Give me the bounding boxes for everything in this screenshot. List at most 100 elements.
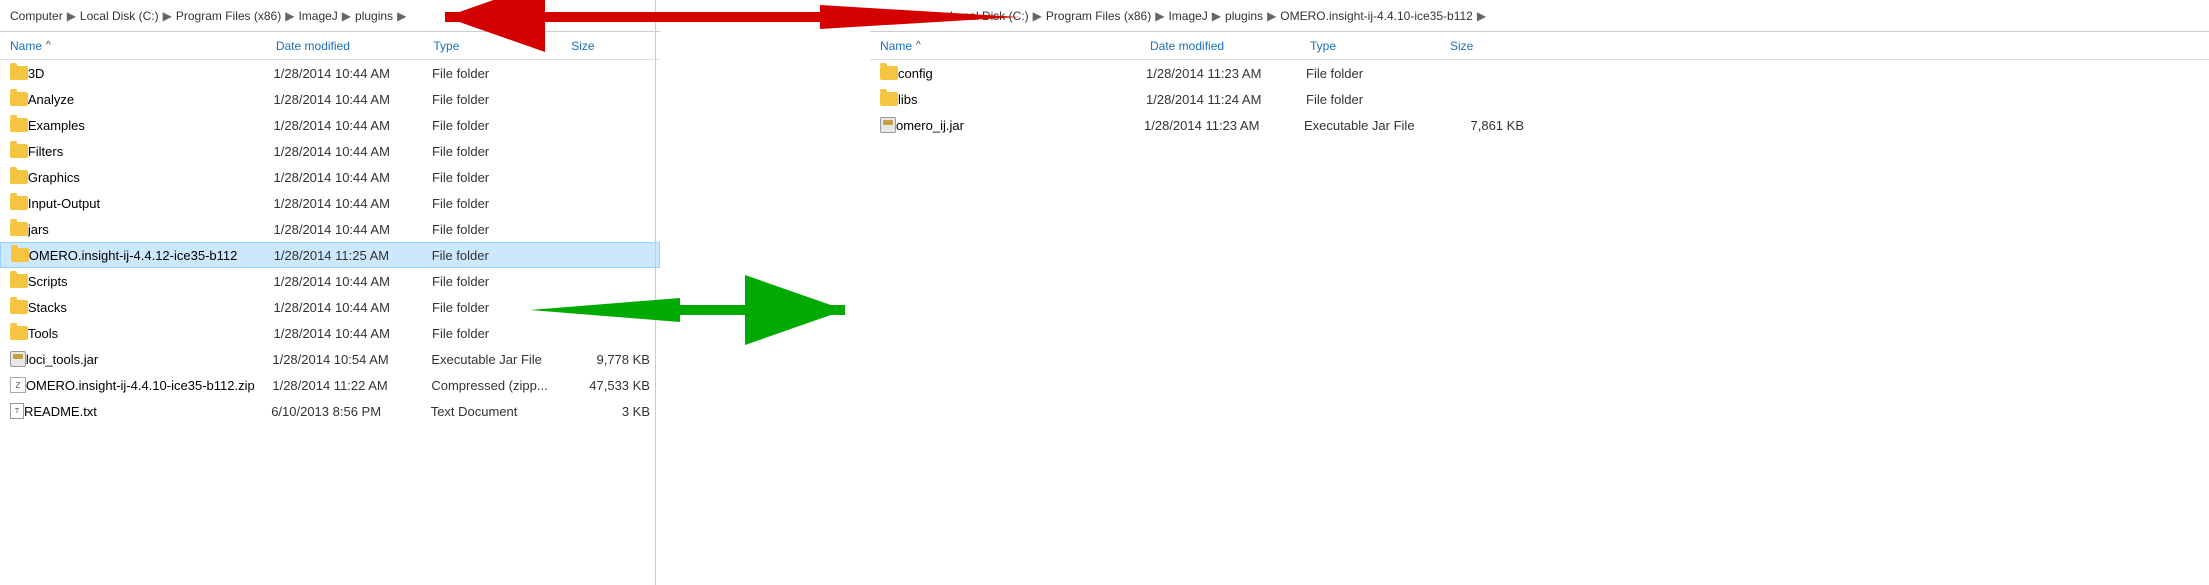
folder-icon <box>10 144 28 158</box>
right-breadcrumb-computer[interactable]: Computer <box>880 9 933 23</box>
folder-icon <box>11 248 29 262</box>
right-breadcrumb-sep-1: ▶ <box>937 9 946 23</box>
left-breadcrumb-sep-1: ▶ <box>67 9 76 23</box>
table-row[interactable]: Stacks 1/28/2014 10:44 AM File folder <box>0 294 660 320</box>
file-name: Examples <box>28 118 274 133</box>
left-breadcrumb-plugins[interactable]: plugins <box>355 9 393 23</box>
sort-arrow-icon: ^ <box>46 40 51 51</box>
right-col-date-header[interactable]: Date modified <box>1150 39 1310 53</box>
file-name: 3D <box>28 66 274 81</box>
table-row[interactable]: Tools 1/28/2014 10:44 AM File folder <box>0 320 660 346</box>
file-size: 3 KB <box>570 404 650 419</box>
file-name: loci_tools.jar <box>26 352 272 367</box>
table-row[interactable]: Filters 1/28/2014 10:44 AM File folder <box>0 138 660 164</box>
file-name: Tools <box>28 326 274 341</box>
jar-icon <box>10 351 26 367</box>
right-breadcrumb-sep-6: ▶ <box>1477 9 1486 23</box>
file-type: File folder <box>432 144 571 159</box>
file-date: 6/10/2013 8:56 PM <box>271 404 431 419</box>
table-row[interactable]: omero_ij.jar 1/28/2014 11:23 AM Executab… <box>870 112 2209 138</box>
file-name: Stacks <box>28 300 274 315</box>
right-breadcrumb-sep-2: ▶ <box>1033 9 1042 23</box>
file-type: Executable Jar File <box>1304 118 1444 133</box>
file-size: 7,861 KB <box>1444 118 1524 133</box>
file-name: jars <box>28 222 274 237</box>
table-row[interactable]: Input-Output 1/28/2014 10:44 AM File fol… <box>0 190 660 216</box>
file-name: Graphics <box>28 170 274 185</box>
table-row[interactable]: loci_tools.jar 1/28/2014 10:54 AM Execut… <box>0 346 660 372</box>
right-breadcrumb-imagej[interactable]: ImageJ <box>1168 9 1207 23</box>
table-row[interactable]: T README.txt 6/10/2013 8:56 PM Text Docu… <box>0 398 660 424</box>
left-pane: Computer ▶ Local Disk (C:) ▶ Program Fil… <box>0 0 660 585</box>
folder-icon <box>10 222 28 236</box>
table-row[interactable]: Scripts 1/28/2014 10:44 AM File folder <box>0 268 660 294</box>
file-size: 47,533 KB <box>570 378 650 393</box>
right-breadcrumb-omero[interactable]: OMERO.insight-ij-4.4.10-ice35-b112 <box>1280 9 1473 23</box>
left-col-date-header[interactable]: Date modified <box>276 39 434 53</box>
file-type: Text Document <box>431 404 571 419</box>
folder-icon <box>10 300 28 314</box>
table-row[interactable]: libs 1/28/2014 11:24 AM File folder <box>870 86 2209 112</box>
file-date: 1/28/2014 10:44 AM <box>274 274 433 289</box>
file-name: OMERO.insight-ij-4.4.12-ice35-b112 <box>29 248 274 263</box>
file-type: File folder <box>432 326 571 341</box>
txt-icon: T <box>10 403 24 419</box>
table-row[interactable]: config 1/28/2014 11:23 AM File folder <box>870 60 2209 86</box>
left-breadcrumb-programfiles[interactable]: Program Files (x86) <box>176 9 281 23</box>
left-breadcrumb-sep-2: ▶ <box>163 9 172 23</box>
table-row[interactable]: OMERO.insight-ij-4.4.12-ice35-b112 1/28/… <box>0 242 660 268</box>
file-type: File folder <box>432 66 571 81</box>
file-type: File folder <box>432 274 571 289</box>
left-breadcrumb-imagej[interactable]: ImageJ <box>298 9 337 23</box>
right-col-headers: Name ^ Date modified Type Size <box>870 32 2209 60</box>
folder-icon <box>10 92 28 106</box>
right-breadcrumb-programfiles[interactable]: Program Files (x86) <box>1046 9 1151 23</box>
file-date: 1/28/2014 10:44 AM <box>274 144 433 159</box>
file-name: libs <box>898 92 1146 107</box>
folder-icon <box>10 170 28 184</box>
file-type: File folder <box>432 222 571 237</box>
table-row[interactable]: 3D 1/28/2014 10:44 AM File folder <box>0 60 660 86</box>
left-breadcrumb-localdisk[interactable]: Local Disk (C:) <box>80 9 159 23</box>
file-date: 1/28/2014 11:25 AM <box>274 248 432 263</box>
right-breadcrumb-plugins[interactable]: plugins <box>1225 9 1263 23</box>
table-row[interactable]: Z OMERO.insight-ij-4.4.10-ice35-b112.zip… <box>0 372 660 398</box>
table-row[interactable]: Analyze 1/28/2014 10:44 AM File folder <box>0 86 660 112</box>
file-date: 1/28/2014 11:23 AM <box>1144 118 1304 133</box>
file-type: File folder <box>432 92 571 107</box>
left-col-type-header[interactable]: Type <box>433 39 571 53</box>
left-file-list: 3D 1/28/2014 10:44 AM File folder Analyz… <box>0 60 660 585</box>
file-type: Compressed (zipp... <box>431 378 570 393</box>
table-row[interactable]: Graphics 1/28/2014 10:44 AM File folder <box>0 164 660 190</box>
right-file-list: config 1/28/2014 11:23 AM File folder li… <box>870 60 2209 585</box>
file-name: Analyze <box>28 92 274 107</box>
left-breadcrumb-computer[interactable]: Computer <box>10 9 63 23</box>
table-row[interactable]: jars 1/28/2014 10:44 AM File folder <box>0 216 660 242</box>
left-breadcrumb-sep-5: ▶ <box>397 9 406 23</box>
left-col-name-header[interactable]: Name ^ <box>10 39 276 53</box>
right-pane: Computer ▶ Local Disk (C:) ▶ Program Fil… <box>870 0 2209 585</box>
folder-icon <box>10 274 28 288</box>
file-type: File folder <box>1306 92 1446 107</box>
left-col-size-header[interactable]: Size <box>571 39 650 53</box>
file-type: File folder <box>432 248 570 263</box>
left-breadcrumb: Computer ▶ Local Disk (C:) ▶ Program Fil… <box>0 0 660 32</box>
right-col-type-header[interactable]: Type <box>1310 39 1450 53</box>
right-breadcrumb: Computer ▶ Local Disk (C:) ▶ Program Fil… <box>870 0 2209 32</box>
jar-icon <box>880 117 896 133</box>
file-name: Filters <box>28 144 274 159</box>
right-col-size-header[interactable]: Size <box>1450 39 1530 53</box>
file-date: 1/28/2014 11:24 AM <box>1146 92 1306 107</box>
right-breadcrumb-sep-5: ▶ <box>1267 9 1276 23</box>
pane-divider <box>655 0 656 585</box>
left-col-headers: Name ^ Date modified Type Size <box>0 32 660 60</box>
table-row[interactable]: Examples 1/28/2014 10:44 AM File folder <box>0 112 660 138</box>
file-date: 1/28/2014 11:23 AM <box>1146 66 1306 81</box>
file-name: Input-Output <box>28 196 274 211</box>
folder-icon <box>10 196 28 210</box>
right-breadcrumb-localdisk[interactable]: Local Disk (C:) <box>950 9 1029 23</box>
right-sort-arrow-icon: ^ <box>916 40 921 51</box>
zip-icon: Z <box>10 377 26 393</box>
file-date: 1/28/2014 10:44 AM <box>274 118 433 133</box>
right-col-name-header[interactable]: Name ^ <box>880 39 1150 53</box>
